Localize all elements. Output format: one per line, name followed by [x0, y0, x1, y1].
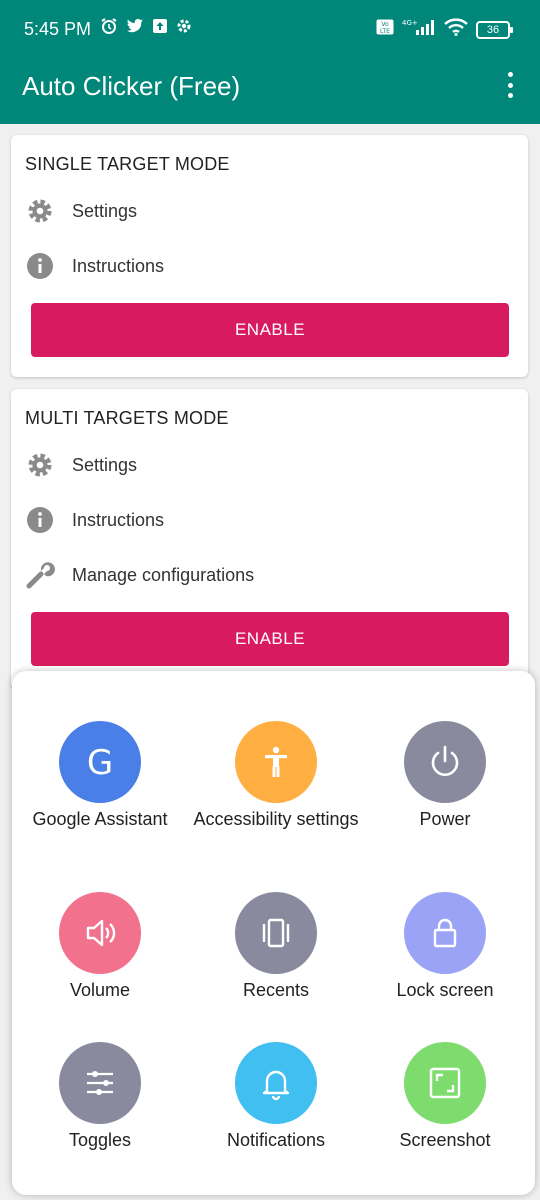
- power-icon: [404, 721, 486, 803]
- single-instructions-row[interactable]: Instructions: [25, 250, 164, 282]
- accessibility-icon: [235, 721, 317, 803]
- twitter-icon: [126, 18, 144, 39]
- svg-text:LTE: LTE: [380, 28, 390, 35]
- single-enable-button[interactable]: ENABLE: [31, 303, 509, 357]
- manage-configurations-label: Manage configurations: [72, 564, 255, 585]
- accessibility-menu-sheet: G Google Assistant Accessibility setting…: [12, 671, 535, 1195]
- multi-target-title: MULTI TARGETS MODE: [25, 408, 229, 428]
- gear-icon: [25, 196, 55, 226]
- volte-icon: Vo LTE: [376, 19, 394, 40]
- menu-item-label: Accessibility settings: [193, 809, 359, 829]
- screenshot-icon: [404, 1042, 486, 1124]
- multi-target-card: MULTI TARGETS MODE Settings Instructions…: [11, 389, 528, 689]
- gear-icon: [25, 450, 55, 480]
- menu-item-screenshot[interactable]: Screenshot: [357, 1042, 533, 1151]
- menu-item-label: Google Assistant: [32, 809, 168, 829]
- menu-item-label: Notifications: [226, 1130, 326, 1150]
- multi-instructions-row[interactable]: Instructions: [25, 504, 164, 536]
- multi-enable-button[interactable]: ENABLE: [31, 612, 509, 666]
- recents-icon: [235, 892, 317, 974]
- manage-configurations-row[interactable]: Manage configurations: [25, 559, 254, 591]
- single-target-title: SINGLE TARGET MODE: [25, 154, 230, 174]
- settings-icon: [176, 18, 192, 39]
- menu-item-volume[interactable]: Volume: [12, 892, 188, 1001]
- info-icon: [25, 251, 55, 281]
- overflow-menu-icon[interactable]: [500, 72, 520, 98]
- svg-text:G: G: [87, 743, 113, 782]
- single-instructions-label: Instructions: [72, 255, 165, 276]
- lock-icon: [404, 892, 486, 974]
- menu-item-label: Lock screen: [396, 980, 494, 1000]
- google-assistant-icon: G: [59, 721, 141, 803]
- multi-settings-row[interactable]: Settings: [25, 449, 137, 481]
- wrench-icon: [25, 560, 55, 590]
- menu-item-label: Volume: [69, 980, 131, 1000]
- menu-item-google-assistant[interactable]: G Google Assistant: [12, 721, 188, 830]
- menu-item-recents[interactable]: Recents: [188, 892, 364, 1001]
- status-bar: 5:45 PM Vo LTE 4G+ 36: [0, 0, 540, 46]
- single-target-card: SINGLE TARGET MODE Settings Instructions…: [11, 135, 528, 377]
- app-title: Auto Clicker (Free): [22, 71, 241, 101]
- menu-item-label: Recents: [242, 980, 310, 1000]
- menu-item-label: Toggles: [68, 1130, 132, 1150]
- menu-item-power[interactable]: Power: [357, 721, 533, 830]
- upload-icon: [152, 18, 168, 39]
- wifi-icon: [444, 18, 468, 41]
- menu-item-label: Screenshot: [399, 1130, 491, 1150]
- signal-4g-icon: 4G+: [402, 18, 436, 41]
- menu-item-accessibility-settings[interactable]: Accessibility settings: [188, 721, 364, 830]
- volume-icon: [59, 892, 141, 974]
- menu-item-notifications[interactable]: Notifications: [188, 1042, 364, 1151]
- svg-text:Vo: Vo: [381, 21, 389, 28]
- menu-item-lock-screen[interactable]: Lock screen: [357, 892, 533, 1001]
- app-bar: Auto Clicker (Free): [0, 46, 540, 124]
- single-settings-row[interactable]: Settings: [25, 195, 137, 227]
- single-settings-label: Settings: [72, 200, 138, 221]
- menu-item-toggles[interactable]: Toggles: [12, 1042, 188, 1151]
- toggles-icon: [59, 1042, 141, 1124]
- svg-text:4G+: 4G+: [402, 19, 418, 27]
- multi-settings-label: Settings: [72, 454, 138, 475]
- status-time: 5:45 PM: [24, 19, 92, 39]
- status-left-icons: [100, 17, 192, 40]
- bell-icon: [235, 1042, 317, 1124]
- menu-item-label: Power: [419, 809, 471, 829]
- multi-instructions-label: Instructions: [72, 509, 165, 530]
- status-right-icons: Vo LTE 4G+ 36: [376, 18, 513, 41]
- battery-icon: 36: [476, 20, 513, 39]
- info-icon: [25, 505, 55, 535]
- alarm-icon: [100, 17, 118, 40]
